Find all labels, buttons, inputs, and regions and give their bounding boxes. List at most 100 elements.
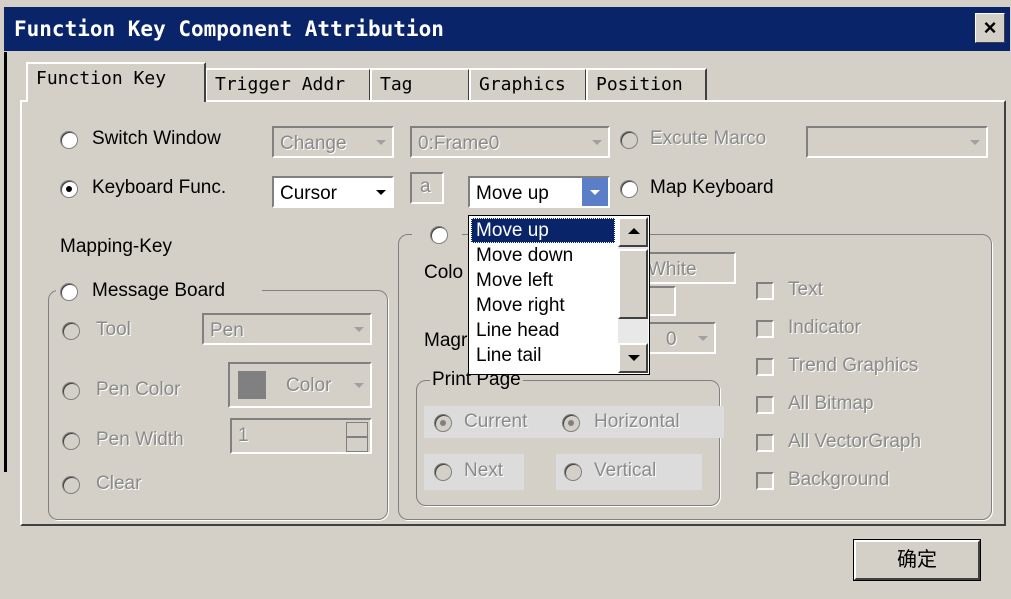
- trend-graphics-checkbox[interactable]: [756, 358, 774, 376]
- tab-position[interactable]: Position: [586, 68, 707, 102]
- chevron-down-icon: [376, 140, 386, 145]
- keyboard-type-value: Cursor: [280, 183, 338, 204]
- frame-combo[interactable]: 0:Frame0: [410, 126, 610, 158]
- frame-value: 0:Frame0: [418, 133, 500, 154]
- arrow-down-icon: [628, 355, 640, 361]
- keyboard-func-radio[interactable]: [60, 180, 78, 198]
- print-radio[interactable]: [430, 226, 448, 244]
- color-field[interactable]: White: [640, 252, 736, 284]
- switch-mode-combo[interactable]: Change: [272, 126, 394, 158]
- vertical-radio[interactable]: [564, 463, 582, 481]
- background-checkbox[interactable]: [756, 472, 774, 490]
- tab-trigger-addr[interactable]: Trigger Addr: [205, 68, 371, 102]
- vertical-label: Vertical: [594, 460, 657, 481]
- tool-combo[interactable]: Pen: [202, 313, 372, 345]
- all-bitmap-checkbox-label: All Bitmap: [788, 393, 874, 414]
- pen-width-spinner[interactable]: 1: [230, 418, 372, 454]
- spin-up-icon[interactable]: [346, 422, 368, 437]
- mapping-key-label: Mapping-Key: [60, 236, 172, 257]
- message-board-radio[interactable]: [60, 283, 78, 301]
- chevron-down-icon: [376, 190, 386, 195]
- message-board-label: Message Board: [92, 280, 226, 301]
- horizontal-radio[interactable]: [562, 414, 580, 432]
- execute-macro-label: Excute Marco: [650, 128, 767, 149]
- cursor-action-dropdown-list[interactable]: Move up Move down Move left Move right L…: [468, 215, 650, 375]
- all-vectorgraph-checkbox[interactable]: [756, 434, 774, 452]
- chevron-down-icon: [354, 383, 364, 388]
- horizontal-label: Horizontal: [594, 411, 680, 432]
- switch-window-radio[interactable]: [60, 131, 78, 149]
- title-bar[interactable]: Function Key Component Attribution ×: [4, 7, 1010, 51]
- close-button[interactable]: ×: [975, 13, 1005, 43]
- window-title: Function Key Component Attribution: [14, 17, 444, 41]
- dropdown-option-move-right[interactable]: Move right: [471, 293, 615, 318]
- pen-width-value: 1: [238, 425, 249, 446]
- keyboard-func-label: Keyboard Func.: [92, 177, 227, 198]
- pen-width-radio[interactable]: [62, 432, 80, 450]
- color-value: White: [648, 259, 697, 280]
- keyboard-type-combo[interactable]: Cursor: [272, 176, 394, 208]
- key-char-value: a: [420, 176, 431, 197]
- pen-color-combo[interactable]: Color: [228, 362, 372, 408]
- trend-graphics-checkbox-label: Trend Graphics: [788, 355, 919, 376]
- window-edge: [4, 52, 7, 472]
- radio-selected-dot: [66, 186, 72, 192]
- clear-radio[interactable]: [62, 476, 80, 494]
- scroll-thumb[interactable]: [618, 249, 648, 319]
- magnify-label: Magr: [424, 330, 468, 351]
- magnify-value: 0: [666, 329, 677, 350]
- pen-width-label: Pen Width: [96, 429, 184, 450]
- key-char-field[interactable]: a: [410, 172, 444, 204]
- arrow-up-icon: [628, 228, 640, 234]
- execute-macro-radio[interactable]: [620, 131, 638, 149]
- cursor-action-combo[interactable]: Move up: [468, 176, 610, 208]
- tab-tag[interactable]: Tag: [370, 68, 470, 102]
- color-label: Colo: [424, 262, 464, 283]
- spin-down-icon[interactable]: [346, 437, 368, 452]
- indicator-checkbox-label: Indicator: [788, 317, 861, 338]
- map-keyboard-radio[interactable]: [620, 180, 638, 198]
- next-label: Next: [464, 460, 504, 481]
- dropdown-scrollbar[interactable]: [618, 217, 648, 373]
- current-radio[interactable]: [434, 414, 452, 432]
- tool-value: Pen: [210, 320, 244, 341]
- text-checkbox[interactable]: [756, 282, 774, 300]
- ok-button[interactable]: 确定: [854, 540, 980, 580]
- indicator-checkbox[interactable]: [756, 320, 774, 338]
- magnify-combo[interactable]: 0: [640, 322, 716, 354]
- pen-color-value: Color: [286, 375, 332, 396]
- dropdown-option-line-head[interactable]: Line head: [471, 318, 615, 343]
- pen-color-radio[interactable]: [62, 382, 80, 400]
- scroll-up-button[interactable]: [618, 217, 648, 247]
- tool-radio[interactable]: [62, 322, 80, 340]
- dropdown-option-move-left[interactable]: Move left: [471, 268, 615, 293]
- switch-mode-value: Change: [280, 133, 347, 154]
- dropdown-option-move-down[interactable]: Move down: [471, 243, 615, 268]
- color-swatch: [238, 371, 266, 399]
- macro-combo[interactable]: [806, 126, 988, 158]
- tab-function-key[interactable]: Function Key: [26, 62, 206, 102]
- current-label: Current: [464, 411, 528, 432]
- map-keyboard-label: Map Keyboard: [650, 177, 774, 198]
- chevron-down-icon: [354, 327, 364, 332]
- next-radio[interactable]: [434, 463, 452, 481]
- scroll-down-button[interactable]: [618, 343, 648, 373]
- all-vectorgraph-checkbox-label: All VectorGraph: [788, 431, 922, 452]
- dialog-window: Function Key Component Attribution × Fun…: [0, 0, 1011, 599]
- pen-color-label: Pen Color: [96, 379, 181, 400]
- background-checkbox-label: Background: [788, 469, 890, 490]
- tool-label: Tool: [96, 319, 131, 340]
- dropdown-option-line-tail[interactable]: Line tail: [471, 343, 615, 368]
- tab-graphics[interactable]: Graphics: [469, 68, 587, 102]
- dropdown-option-move-up[interactable]: Move up: [471, 218, 615, 243]
- switch-window-label: Switch Window: [92, 128, 221, 149]
- chevron-down-icon: [698, 336, 708, 341]
- chevron-down-icon: [590, 190, 600, 195]
- radio-selected-dot: [440, 420, 446, 426]
- clear-label: Clear: [96, 473, 142, 494]
- chevron-down-icon: [592, 140, 602, 145]
- text-checkbox-label: Text: [788, 279, 823, 300]
- cursor-action-value: Move up: [476, 183, 549, 204]
- radio-selected-dot: [568, 420, 574, 426]
- all-bitmap-checkbox[interactable]: [756, 396, 774, 414]
